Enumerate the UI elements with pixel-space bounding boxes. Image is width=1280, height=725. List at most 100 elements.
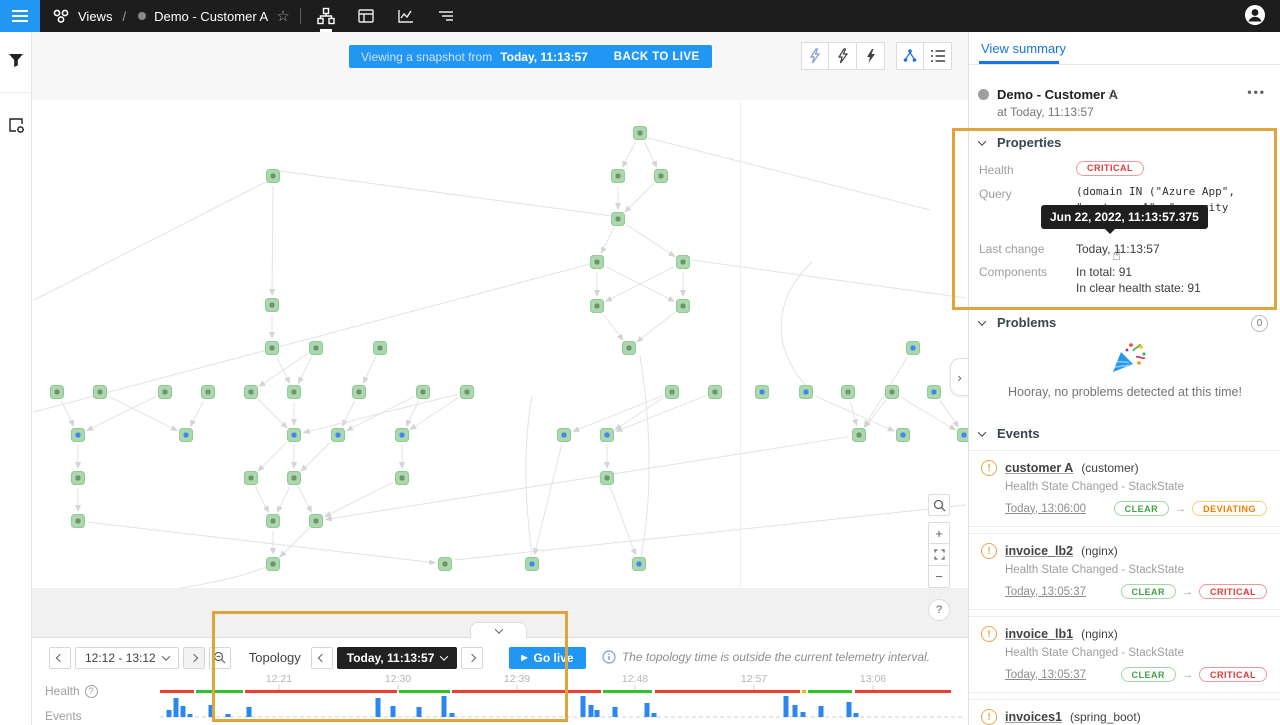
back-to-live-button[interactable]: BACK TO LIVE (614, 51, 700, 63)
event-time-link[interactable]: Today, 13:06:00 (1005, 503, 1086, 515)
event-list-item[interactable]: ! invoices1 (spring_boot) Health State C… (969, 699, 1280, 725)
event-component-link[interactable]: invoices1 (1005, 710, 1062, 724)
more-menu-button[interactable]: ••• (1247, 85, 1266, 99)
telemetry-interval-dropdown[interactable]: 12:12 - 13:12 (75, 647, 179, 669)
topology-node[interactable] (526, 558, 539, 571)
topology-node[interactable] (886, 386, 899, 399)
topology-node[interactable] (612, 213, 625, 226)
topology-node[interactable] (907, 342, 920, 355)
hierarchy-layout-button[interactable] (896, 42, 924, 70)
telemetry-prev-button[interactable] (49, 647, 71, 669)
topology-node[interactable] (159, 386, 172, 399)
topology-node[interactable] (288, 386, 301, 399)
event-component-link[interactable]: customer A (1005, 461, 1073, 475)
topology-node[interactable] (51, 386, 64, 399)
event-list-item[interactable]: ! customer A (customer) Health State Cha… (969, 450, 1280, 527)
topology-node[interactable] (396, 429, 409, 442)
topology-node[interactable] (591, 256, 604, 269)
telemetry-perspective-button[interactable] (393, 0, 419, 32)
topology-node[interactable] (396, 472, 409, 485)
topology-node[interactable] (666, 386, 679, 399)
snapshot-banner[interactable]: Viewing a snapshot from Today, 11:13:57 … (349, 45, 712, 68)
breadcrumb-views[interactable]: Views (78, 9, 112, 24)
account-avatar-button[interactable] (1244, 4, 1266, 29)
hamburger-menu-button[interactable] (0, 0, 40, 32)
topology-time-dropdown[interactable]: Today, 11:13:57 (337, 647, 458, 669)
topology-node[interactable] (374, 342, 387, 355)
favorite-star-icon[interactable]: ☆ (276, 7, 289, 25)
topology-node[interactable] (634, 127, 647, 140)
view-settings-button[interactable] (0, 105, 32, 145)
topology-node[interactable] (709, 386, 722, 399)
lightning-filled-button[interactable] (857, 42, 885, 70)
topology-node[interactable] (655, 170, 668, 183)
sidebar-expander-button[interactable]: › (950, 358, 968, 396)
topology-node[interactable] (266, 342, 279, 355)
topology-time-prev-button[interactable] (311, 647, 333, 669)
topology-node[interactable] (72, 429, 85, 442)
event-time-link[interactable]: Today, 13:05:37 (1005, 586, 1086, 598)
topology-node[interactable] (245, 472, 258, 485)
lightning-outline-blue-button[interactable] (801, 42, 829, 70)
favorite-star-icon[interactable]: ☆ (1106, 85, 1119, 103)
topology-node[interactable] (461, 386, 474, 399)
table-perspective-button[interactable] (353, 0, 379, 32)
event-time-link[interactable]: Today, 13:05:37 (1005, 669, 1086, 681)
topology-node[interactable] (310, 515, 323, 528)
topology-node[interactable] (310, 342, 323, 355)
help-button[interactable]: ? (928, 599, 950, 621)
topology-node[interactable] (245, 386, 258, 399)
events-section-header[interactable]: Events (979, 426, 1040, 441)
health-help-icon[interactable]: ? (85, 685, 98, 698)
topology-node[interactable] (601, 472, 614, 485)
problems-section-header[interactable]: Problems (979, 315, 1056, 330)
topology-node[interactable] (288, 472, 301, 485)
event-component-link[interactable]: invoice_lb2 (1005, 544, 1073, 558)
topology-node[interactable] (928, 386, 941, 399)
events-perspective-button[interactable] (433, 0, 459, 32)
list-view-button[interactable] (924, 42, 952, 70)
topology-node[interactable] (417, 386, 430, 399)
lightning-outline-button[interactable] (829, 42, 857, 70)
topology-node[interactable] (897, 429, 910, 442)
filter-button[interactable] (0, 40, 32, 80)
topology-node[interactable] (633, 558, 646, 571)
topology-node[interactable] (288, 429, 301, 442)
event-list-item[interactable]: ! invoice_lb1 (nginx) Health State Chang… (969, 616, 1280, 693)
topology-node[interactable] (267, 558, 280, 571)
topology-node[interactable] (267, 515, 280, 528)
topology-node[interactable] (332, 429, 345, 442)
breadcrumb-view-name[interactable]: Demo - Customer A (154, 9, 268, 24)
topology-node[interactable] (72, 472, 85, 485)
topology-node[interactable] (94, 386, 107, 399)
timeline-zoom-out-button[interactable] (209, 647, 231, 669)
event-component-link[interactable]: invoice_lb1 (1005, 627, 1073, 641)
topology-node[interactable] (267, 170, 280, 183)
topology-node[interactable] (842, 386, 855, 399)
topology-node[interactable] (353, 386, 366, 399)
topology-node[interactable] (591, 300, 604, 313)
topology-node[interactable] (958, 429, 969, 442)
topology-node[interactable] (623, 342, 636, 355)
properties-section-header[interactable]: Properties (979, 135, 1061, 150)
topology-node[interactable] (800, 386, 813, 399)
go-live-button[interactable]: ▶ Go live (509, 647, 585, 669)
topology-node[interactable] (756, 386, 769, 399)
topology-time-next-button[interactable] (461, 647, 483, 669)
event-list-item[interactable]: ! invoice_lb2 (nginx) Health State Chang… (969, 533, 1280, 610)
zoom-out-button[interactable]: − (928, 566, 950, 588)
fit-to-screen-button[interactable] (928, 544, 950, 566)
topology-node[interactable] (439, 558, 452, 571)
topology-node[interactable] (558, 429, 571, 442)
topology-node[interactable] (72, 515, 85, 528)
telemetry-next-button[interactable] (183, 647, 205, 669)
topology-node[interactable] (612, 170, 625, 183)
search-components-button[interactable] (928, 494, 950, 516)
topology-node[interactable] (202, 386, 215, 399)
topology-node[interactable] (180, 429, 193, 442)
topology-canvas[interactable] (32, 100, 968, 588)
zoom-in-button[interactable]: + (928, 522, 950, 544)
tab-view-summary[interactable]: View summary (981, 41, 1066, 56)
topology-node[interactable] (266, 299, 279, 312)
topology-node[interactable] (601, 429, 614, 442)
